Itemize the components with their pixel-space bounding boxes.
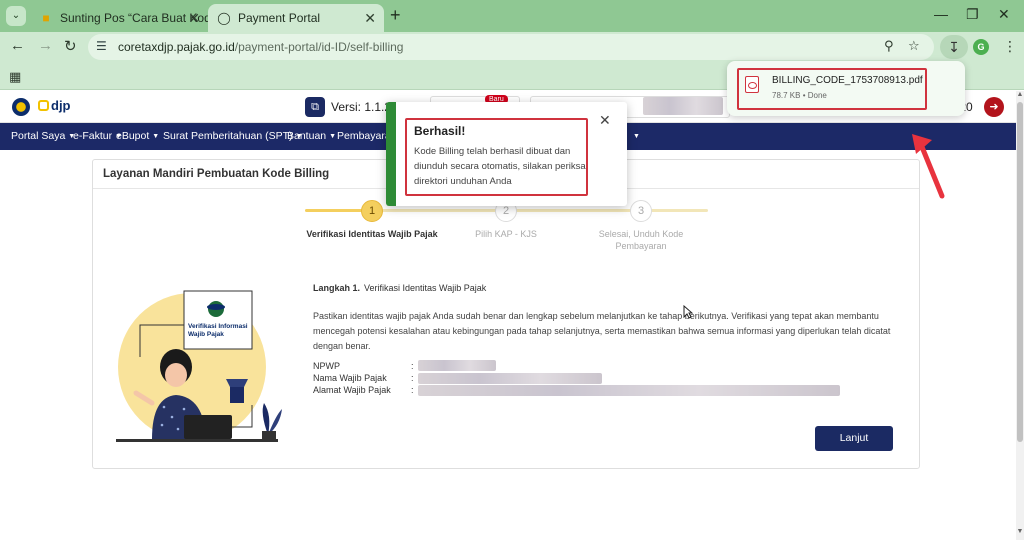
restore-icon[interactable]: ❐ [966, 6, 979, 23]
address-label: Alamat Wajib Pajak [313, 385, 391, 395]
djp-logo: djp [38, 98, 71, 113]
step-3-label: Selesai, Unduh Kode Pembayaran [598, 229, 684, 251]
toast-message: Kode Billing telah berhasil dibuat dan d… [414, 146, 586, 187]
logout-icon[interactable]: ➜ [984, 97, 1004, 117]
npwp-colon: : [411, 361, 414, 371]
step-2-label: Pilih KAP - KJS [475, 229, 537, 239]
verification-illustration [116, 290, 282, 442]
step-description: Pastikan identitas wajib pajak Anda suda… [313, 311, 891, 351]
forward-icon[interactable]: → [38, 37, 53, 54]
npwp-label: NPWP [313, 361, 340, 371]
stepper-line-pending [382, 209, 708, 212]
nav-bantuan[interactable]: Bantuan ▼ [287, 130, 336, 142]
step-heading: Langkah 1. Verifikasi Identitas Wajib Paj… [313, 283, 487, 293]
profile-avatar[interactable]: G [973, 39, 989, 55]
download-bubble: BILLING_CODE_1753708913.pdf 78.7 KB • Do… [727, 61, 965, 116]
card-title: Layanan Mandiri Pembuatan Kode Billing [103, 168, 330, 180]
close-tab-icon[interactable]: ✕ [188, 4, 200, 32]
browser-tabstrip: ⌄ ■ Sunting Pos “Cara Buat Kode Bi ✕ ◯ P… [0, 0, 1024, 32]
new-tab-icon[interactable]: + [390, 5, 401, 26]
toast-close-icon[interactable]: ✕ [599, 112, 611, 129]
copy-icon[interactable]: ⧉ [305, 97, 325, 117]
redacted-address [418, 385, 840, 396]
red-arrow-annotation [912, 134, 945, 199]
kemenkeu-logo [12, 98, 30, 116]
wordpress-icon: ■ [42, 11, 50, 25]
success-toast: Berhasil! Kode Billing telah berhasil di… [386, 102, 627, 206]
scroll-up-icon[interactable]: ▲ [1016, 91, 1024, 98]
step-1-label: Verifikasi Identitas Wajib Pajak [306, 229, 438, 239]
download-filename[interactable]: BILLING_CODE_1753708913.pdf [772, 75, 923, 86]
name-label: Nama Wajib Pajak [313, 373, 387, 383]
redacted-npwp [418, 360, 496, 371]
toast-title: Berhasil! [414, 124, 466, 138]
globe-icon: ◯ [217, 11, 231, 25]
nav-e-faktur[interactable]: e-Faktur ▼ [73, 130, 122, 142]
close-tab-icon[interactable]: ✕ [364, 4, 376, 32]
site-settings-icon[interactable]: ☰ [96, 39, 107, 53]
back-icon[interactable]: ← [10, 37, 25, 54]
mouse-cursor-icon [683, 305, 693, 319]
toast-success-stripe [386, 102, 396, 206]
download-meta: 78.7 KB • Done [772, 91, 827, 100]
name-colon: : [411, 373, 414, 383]
nav-spt[interactable]: Surat Pemberitahuan (SPT) ▼ [163, 130, 303, 142]
bookmark-star-icon[interactable]: ☆ [908, 38, 920, 54]
minimize-icon[interactable]: — [934, 6, 948, 22]
reload-icon[interactable]: ↻ [64, 37, 77, 55]
url-text: coretaxdjp.pajak.go.id/payment-portal/id… [118, 40, 404, 54]
browser-tab[interactable]: ■ Sunting Pos “Cara Buat Kode Bi ✕ [30, 4, 208, 32]
nav-more-caret[interactable]: ▼ [630, 130, 640, 142]
next-button[interactable]: Lanjut [815, 426, 893, 451]
zoom-icon[interactable]: ⚲ [884, 38, 894, 54]
apps-grid-icon[interactable]: ▦ [9, 69, 21, 85]
address-bar[interactable]: ☰ coretaxdjp.pajak.go.id/payment-portal/… [88, 34, 934, 60]
browser-toolbar: ← → ↻ ☰ coretaxdjp.pajak.go.id/payment-p… [0, 32, 1024, 62]
redacted-name [643, 97, 723, 115]
download-icon[interactable]: ↧ [940, 35, 968, 59]
tab-title: Sunting Pos “Cara Buat Kode Bi [60, 11, 208, 25]
browser-tab-active[interactable]: ◯ Payment Portal ✕ [208, 4, 384, 32]
scroll-down-icon[interactable]: ▼ [1016, 528, 1024, 535]
scrollbar-thumb[interactable] [1017, 102, 1023, 442]
address-colon: : [411, 385, 414, 395]
browser-menu-icon[interactable]: ⋮ [1003, 38, 1017, 55]
tab-title: Payment Portal [238, 11, 321, 25]
pdf-file-icon [745, 76, 759, 93]
step-1-circle: 1 [361, 200, 383, 222]
window-close-icon[interactable]: ✕ [998, 6, 1010, 23]
nav-ebupot[interactable]: eBupot ▼ [116, 130, 159, 142]
illustration-sign-text: Verifikasi Informasi Wajib Pajak [188, 323, 248, 338]
redacted-name-value [418, 373, 602, 384]
step-3-circle: 3 [630, 200, 652, 222]
nav-portal-saya[interactable]: Portal Saya ▼ [11, 130, 75, 142]
tab-search-icon[interactable]: ⌄ [6, 6, 26, 26]
